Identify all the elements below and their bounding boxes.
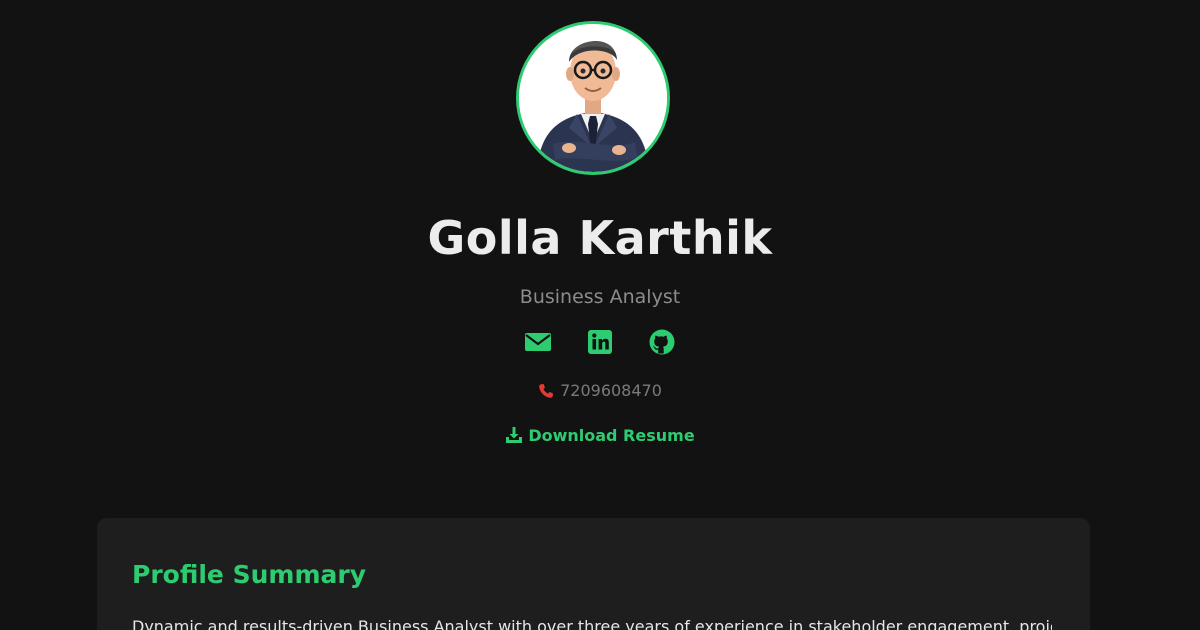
- linkedin-link[interactable]: [586, 328, 614, 356]
- email-link[interactable]: [524, 328, 552, 356]
- profile-summary-text: Dynamic and results-driven Business Anal…: [132, 617, 1052, 630]
- download-icon: [506, 427, 523, 443]
- phone-number: 7209608470: [560, 381, 662, 400]
- social-links: [524, 328, 676, 356]
- envelope-icon: [525, 333, 551, 351]
- github-link[interactable]: [648, 328, 676, 356]
- download-resume-button[interactable]: Download Resume: [505, 426, 695, 445]
- github-icon: [649, 329, 675, 355]
- profile-role: Business Analyst: [519, 286, 681, 308]
- profile-summary-card: Profile Summary Dynamic and results-driv…: [97, 518, 1090, 630]
- profile-summary-title: Profile Summary: [132, 560, 366, 589]
- phone-contact: 7209608470: [0, 380, 1200, 402]
- phone-icon: [539, 384, 554, 398]
- linkedin-icon: [588, 330, 612, 354]
- download-resume-label: Download Resume: [528, 426, 695, 445]
- portfolio-page: Golla Karthik Business Analyst 720960847…: [0, 0, 1200, 630]
- download-resume: Download Resume: [0, 425, 1200, 447]
- avatar-illustration: [519, 24, 667, 172]
- profile-avatar: [516, 21, 670, 175]
- profile-name: Golla Karthik: [427, 211, 773, 265]
